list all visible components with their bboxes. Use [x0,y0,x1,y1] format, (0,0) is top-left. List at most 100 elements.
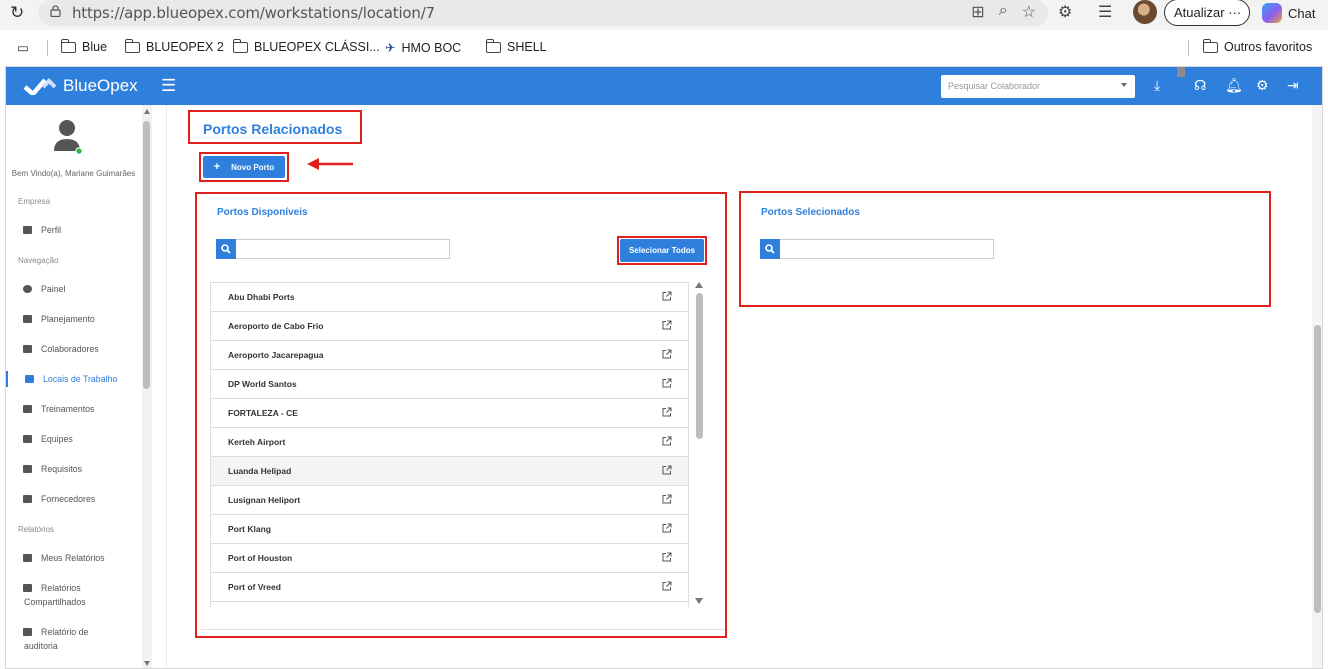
bookmark-blue[interactable]: Blue [60,38,107,54]
external-link-icon[interactable] [662,378,672,388]
briefcase-icon [23,226,32,234]
sidebar-item-requisitos[interactable]: Requisitos [6,461,141,477]
status-marker [1177,67,1185,77]
bookmark-hmo-boc[interactable]: ✈ HMO BOC [385,40,461,56]
external-link-icon[interactable] [662,581,672,591]
zoom-icon[interactable]: ⌕ [999,2,1008,22]
external-link-icon[interactable] [662,523,672,533]
user-avatar-icon [54,120,83,155]
address-bar[interactable]: https://app.blueopex.com/workstations/lo… [38,0,1048,26]
folder-icon [60,38,76,53]
update-button[interactable]: Atualizar ··· [1164,0,1250,26]
external-link-icon[interactable] [662,436,672,446]
external-link-icon[interactable] [662,407,672,417]
external-link-icon[interactable] [662,552,672,562]
external-link-icon[interactable] [662,349,672,359]
available-ports-list: Abu Dhabi Ports Aeroporto de Cabo Frio A… [210,282,689,607]
bookmark-other-favorites[interactable]: Outros favoritos [1202,38,1312,54]
list-item[interactable]: Abu Dhabi Ports [210,283,689,312]
logout-icon[interactable]: ⇥ [1287,77,1299,94]
favorites-icon[interactable]: ☰ [1098,2,1112,22]
sidebar-item-painel[interactable]: Painel [6,281,141,297]
bookmark-shell[interactable]: SHELL [485,38,547,54]
share-icon [23,584,32,592]
external-link-icon[interactable] [662,465,672,475]
top-navbar: BlueOpex ☰ Pesquisar Colaborador ⤓ ☊ 🔔︎ … [6,67,1322,105]
lock-icon [50,5,61,17]
bookmarks-bar: ▭ Blue BLUEOPEX 2 BLUEOPEX CLÁSSI... ✈ HM… [0,36,1328,60]
folder-icon [232,38,248,53]
list-item[interactable]: Luanda Helipad [210,457,689,486]
sidebar-item-meus-relatorios[interactable]: Meus Relatórios [6,550,141,566]
page-title: Portos Relacionados [203,121,343,137]
scroll-down-arrow-icon[interactable] [695,598,703,604]
copilot-icon [1262,3,1282,23]
section-relatorios: Relatórios [18,525,55,534]
plane-icon: ✈ [385,41,396,55]
sidebar-item-treinamentos[interactable]: Treinamentos [6,401,141,417]
sidebar-item-fornecedores[interactable]: Fornecedores [6,491,141,507]
sidebar-item-planejamento[interactable]: Planejamento [6,311,141,327]
list-item[interactable]: Aeroporto Jacarepagua [210,341,689,370]
portos-selecionados-title: Portos Selecionados [761,207,860,218]
scroll-down-arrow-icon[interactable] [144,661,150,666]
external-link-icon[interactable] [662,494,672,504]
scroll-up-arrow-icon[interactable] [144,109,150,114]
briefcase-icon [23,495,32,503]
apps-icon[interactable]: ⊞ [971,2,984,22]
brand-logo[interactable]: BlueOpex [23,76,138,96]
bookmark-divider [47,40,48,56]
list-item[interactable]: Aeroporto de Cabo Frio [210,312,689,341]
menu-toggle-icon[interactable]: ☰ [161,76,176,96]
bookmark-blueopex-classico[interactable]: BLUEOPEX CLÁSSI... [232,38,380,54]
dashboard-icon [23,285,32,293]
main-scrollbar-thumb[interactable] [1314,325,1321,613]
list-scrollbar-thumb[interactable] [696,293,703,439]
search-icon [216,239,236,259]
bell-icon[interactable]: 🔔︎ [1225,77,1243,94]
download-icon[interactable]: ⤓ [1154,77,1160,94]
novo-porto-button[interactable]: + Novo Porto [203,156,285,178]
sidebar-item-relatorio-auditoria[interactable]: Relatório de auditoria [6,624,141,652]
sidebar-item-colaboradores[interactable]: Colaboradores [6,341,141,357]
checkbox-icon [23,465,32,473]
sidebar-item-locais-de-trabalho[interactable]: Locais de Trabalho [6,371,141,387]
headset-icon[interactable]: ☊ [1194,77,1206,94]
bookmark-divider [1188,40,1189,56]
list-item[interactable] [210,602,689,607]
section-navegacao: Navegação [18,256,59,265]
sidebar-item-relatorios-compartilhados[interactable]: Relatórios Compartilhados [6,580,141,608]
profile-avatar[interactable] [1133,0,1157,24]
chat-button[interactable]: Chat [1262,3,1315,23]
bookmark-blueopex-2[interactable]: BLUEOPEX 2 [124,38,224,54]
url-text: https://app.blueopex.com/workstations/lo… [72,4,435,22]
list-item[interactable]: Port of Houston [210,544,689,573]
tablet-icon[interactable]: ▭ [17,40,29,55]
sidebar-item-equipes[interactable]: Equipes [6,431,141,447]
folder-icon [1202,38,1218,53]
sidebar-scrollbar-thumb[interactable] [143,121,150,389]
list-item[interactable]: Lusignan Heliport [210,486,689,515]
plus-icon: + [213,161,221,173]
gear-icon[interactable]: ⚙ [1256,77,1269,94]
selected-search-input[interactable] [760,239,994,259]
list-item[interactable]: Port Klang [210,515,689,544]
list-item[interactable]: DP World Santos [210,370,689,399]
selecionar-todos-button[interactable]: Selecionar Todos [620,239,704,262]
search-colaborador-select[interactable]: Pesquisar Colaborador [941,75,1135,98]
card-divider [201,629,725,630]
external-link-icon[interactable] [662,291,672,301]
browser-toolbar: ↻ https://app.blueopex.com/workstations/… [0,0,1328,30]
reload-icon[interactable]: ↻ [10,3,24,23]
available-search-input[interactable] [216,239,450,259]
training-icon [23,405,32,413]
list-item[interactable]: Port of Vreed [210,573,689,602]
star-icon[interactable]: ☆ [1022,2,1036,22]
sidebar-item-perfil[interactable]: Perfil [6,222,141,238]
folder-icon [124,38,140,53]
external-link-icon[interactable] [662,320,672,330]
scroll-up-arrow-icon[interactable] [695,282,703,288]
extensions-icon[interactable]: ⚙ [1058,2,1072,22]
list-item[interactable]: Kerteh Airport [210,428,689,457]
list-item[interactable]: FORTALEZA - CE [210,399,689,428]
